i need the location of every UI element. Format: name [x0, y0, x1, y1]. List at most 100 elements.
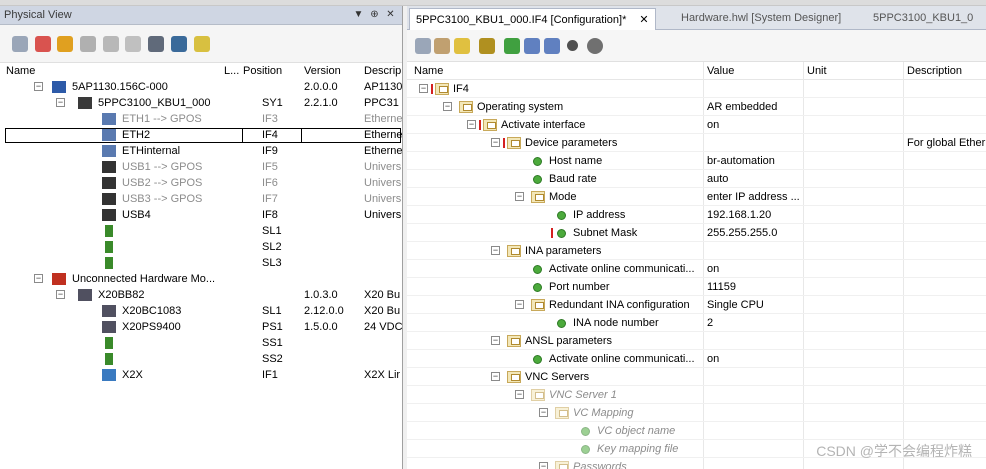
parameter-name: VNC Server 1 — [549, 389, 617, 401]
config-row[interactable]: − VNC Servers — [407, 368, 986, 386]
tree-item-name: ETH2 — [122, 129, 151, 141]
tree-item-name: ETHinternal — [122, 145, 181, 157]
tree-row[interactable]: USB2 --> GPOS IF6 Univers — [0, 175, 402, 191]
module-icon — [102, 321, 116, 333]
tree-item-description: AP1130 — [364, 81, 403, 93]
config-row[interactable]: Host name br-automation — [407, 152, 986, 170]
collapse-toggle[interactable]: − — [34, 274, 43, 283]
tree-item-position: IF8 — [262, 209, 278, 221]
collapse-toggle[interactable]: − — [443, 102, 452, 111]
parameter-icon — [581, 427, 590, 436]
parameter-value[interactable]: on — [707, 119, 801, 131]
config-row[interactable]: Activate online communicati... on — [407, 350, 986, 368]
tree-row[interactable]: − X20BB82 1.0.3.0 X20 Bu — [0, 287, 402, 303]
usb-icon — [102, 161, 116, 173]
tree-item-name: ETH1 --> GPOS — [122, 113, 202, 125]
tree-row[interactable]: USB1 --> GPOS IF5 Univers — [0, 159, 402, 175]
tree-row[interactable]: SS2 — [0, 351, 402, 367]
config-row[interactable]: − Mode enter IP address ... — [407, 188, 986, 206]
collapse-toggle[interactable]: − — [419, 84, 428, 93]
monitor-icon — [52, 81, 66, 93]
parameter-name: Key mapping file — [597, 443, 679, 455]
parameter-value[interactable]: 192.168.1.20 — [707, 209, 801, 221]
config-row[interactable]: Activate online communicati... on — [407, 260, 986, 278]
collapse-toggle[interactable]: − — [515, 390, 524, 399]
config-row[interactable]: − INA parameters — [407, 242, 986, 260]
tree-row[interactable]: USB3 --> GPOS IF7 Univers — [0, 191, 402, 207]
parameter-value[interactable]: 11159 — [707, 281, 801, 293]
config-row[interactable]: Subnet Mask 255.255.255.0 — [407, 224, 986, 242]
tree-row[interactable]: SS1 — [0, 335, 402, 351]
tree-item-name: USB4 — [122, 209, 151, 221]
tree-item-position: IF3 — [262, 113, 278, 125]
tree-item-description: X2X Lir — [364, 369, 401, 381]
collapse-toggle[interactable]: − — [515, 300, 524, 309]
collapse-toggle[interactable]: − — [539, 462, 548, 469]
parameter-name: Device parameters — [525, 137, 618, 149]
parameter-value[interactable]: br-automation — [707, 155, 801, 167]
watermark-text: CSDN @学不会编程炸糕 — [816, 443, 972, 459]
parameter-value[interactable]: enter IP address ... — [707, 191, 801, 203]
tree-item-description: Etherne — [364, 113, 403, 125]
tree-item-position: IF9 — [262, 145, 278, 157]
collapse-toggle[interactable]: − — [56, 290, 65, 299]
tree-row[interactable]: USB4 IF8 Univers — [0, 207, 402, 223]
parameter-value[interactable]: 2 — [707, 317, 801, 329]
parameter-name: Mode — [549, 191, 577, 203]
tree-row[interactable]: ETHinternal IF9 Etherne — [0, 143, 402, 159]
config-row[interactable]: − VC Mapping — [407, 404, 986, 422]
tree-row[interactable]: − Unconnected Hardware Mo... — [0, 271, 402, 287]
config-row[interactable]: − ANSL parameters — [407, 332, 986, 350]
config-row[interactable]: IP address 192.168.1.20 — [407, 206, 986, 224]
parameter-value[interactable]: auto — [707, 173, 801, 185]
config-row[interactable]: Port number 11159 — [407, 278, 986, 296]
parameter-name: Activate online communicati... — [549, 353, 695, 365]
tree-item-position: SY1 — [262, 97, 283, 109]
config-row[interactable]: INA node number 2 — [407, 314, 986, 332]
configuration-tree: − IF4− Operating system AR embedded − Activat… — [407, 6, 986, 469]
slot-icon — [105, 241, 113, 253]
collapse-toggle[interactable]: − — [34, 82, 43, 91]
parameter-name: Port number — [549, 281, 610, 293]
configuration-panel: 5PPC3100_KBU1_000.IF4 [Configuration]* ✕… — [407, 6, 986, 469]
required-marker-icon — [479, 120, 481, 130]
parameter-value[interactable]: on — [707, 353, 801, 365]
tree-row[interactable]: SL3 — [0, 255, 402, 271]
tree-item-position: SL2 — [262, 241, 282, 253]
collapse-toggle[interactable]: − — [515, 192, 524, 201]
collapse-toggle[interactable]: − — [467, 120, 476, 129]
tree-row[interactable]: − 5PPC3100_KBU1_000 SY1 2.2.1.0 PPC31 — [0, 95, 402, 111]
tree-row[interactable]: X2X IF1 X2X Lir — [0, 367, 402, 383]
config-row[interactable]: Baud rate auto — [407, 170, 986, 188]
tree-row[interactable]: X20BC1083 SL1 2.12.0.0 X20 Bu — [0, 303, 402, 319]
collapse-toggle[interactable]: − — [56, 98, 65, 107]
tree-row[interactable]: SL2 — [0, 239, 402, 255]
config-row[interactable]: − Device parameters For global Ethern — [407, 134, 986, 152]
collapse-toggle[interactable]: − — [491, 138, 500, 147]
tree-row[interactable]: SL1 — [0, 223, 402, 239]
tree-row[interactable]: ETH1 --> GPOS IF3 Etherne — [0, 111, 403, 127]
parameter-value[interactable]: Single CPU — [707, 299, 801, 311]
collapse-toggle[interactable]: − — [491, 372, 500, 381]
collapse-toggle[interactable]: − — [491, 246, 500, 255]
tree-item-name: 5AP1130.156C-000 — [72, 81, 168, 93]
config-row[interactable]: VC object name — [407, 422, 986, 440]
config-row[interactable]: − IF4 — [407, 80, 986, 98]
collapse-toggle[interactable]: − — [539, 408, 548, 417]
config-row[interactable]: − Redundant INA configuration Single CPU — [407, 296, 986, 314]
parameter-value[interactable]: 255.255.255.0 — [707, 227, 801, 239]
parameter-name: IF4 — [453, 83, 469, 95]
config-row[interactable]: − Activate interface on — [407, 116, 986, 134]
tree-row[interactable]: ETH2 IF4 Etherne — [0, 127, 402, 143]
tree-row[interactable]: − 5AP1130.156C-000 2.0.0.0 AP1130 — [0, 79, 403, 95]
physical-view-tree: −5AP1130.156C-000 2.0.0.0 AP1130−5PPC3100_… — [0, 6, 403, 469]
parameter-value[interactable]: on — [707, 263, 801, 275]
tree-row[interactable]: X20PS9400 PS1 1.5.0.0 24 VDC — [0, 319, 402, 335]
config-row[interactable]: − Operating system AR embedded — [407, 98, 986, 116]
tree-item-description: Univers — [364, 161, 402, 173]
collapse-toggle[interactable]: − — [491, 336, 500, 345]
parameter-name: ANSL parameters — [525, 335, 613, 347]
parameter-icon — [581, 445, 590, 454]
parameter-value[interactable]: AR embedded — [707, 101, 801, 113]
config-row[interactable]: − VNC Server 1 — [407, 386, 986, 404]
